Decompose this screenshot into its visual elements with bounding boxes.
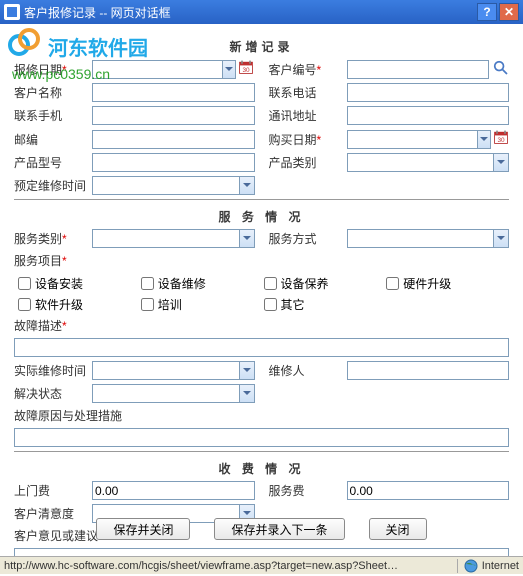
svg-text:30: 30 xyxy=(497,137,505,144)
label-service-mode: 服务方式 xyxy=(269,230,347,247)
search-icon[interactable] xyxy=(493,60,509,78)
label-report-date: 报修日期* xyxy=(14,61,92,78)
address-input[interactable] xyxy=(347,106,510,125)
fault-desc-input[interactable] xyxy=(14,338,509,357)
save-next-button[interactable]: 保存并录入下一条 xyxy=(214,518,344,540)
chevron-down-icon[interactable] xyxy=(478,130,491,149)
check-install[interactable]: 设备安装 xyxy=(18,275,141,292)
postcode-input[interactable] xyxy=(92,130,255,149)
label-service-type: 服务类别* xyxy=(14,230,92,247)
actual-time-input[interactable] xyxy=(92,361,240,380)
product-type-input[interactable] xyxy=(347,153,495,172)
chevron-down-icon[interactable] xyxy=(494,153,509,172)
label-visit-fee: 上门费 xyxy=(14,482,92,499)
label-product-model: 产品型号 xyxy=(14,154,92,171)
service-fee-input[interactable] xyxy=(347,481,510,500)
mobile-input[interactable] xyxy=(92,106,255,125)
label-phone: 联系电话 xyxy=(269,84,347,101)
check-maintain[interactable]: 设备保养 xyxy=(264,275,387,292)
service-type-input[interactable] xyxy=(92,229,240,248)
label-product-type: 产品类别 xyxy=(269,154,347,171)
check-sw-upgrade[interactable]: 软件升级 xyxy=(18,296,141,313)
check-hw-upgrade[interactable]: 硬件升级 xyxy=(386,275,509,292)
chevron-down-icon[interactable] xyxy=(240,384,255,403)
title-bar: 客户报修记录 -- 网页对话框 ? ✕ xyxy=(0,0,523,24)
window-title: 客户报修记录 -- 网页对话框 xyxy=(24,4,475,21)
label-fault-desc: 故障描述* xyxy=(14,317,124,334)
close-window-button[interactable]: ✕ xyxy=(499,3,519,21)
calendar-icon[interactable]: 30 xyxy=(493,129,509,149)
customer-name-input[interactable] xyxy=(92,83,255,102)
chevron-down-icon[interactable] xyxy=(494,229,509,248)
chevron-down-icon[interactable] xyxy=(240,176,255,195)
label-service-item: 服务项目* xyxy=(14,252,92,269)
section-add-title: 新增记录 xyxy=(14,34,509,59)
chevron-down-icon[interactable] xyxy=(240,361,255,380)
label-buy-date: 购买日期* xyxy=(269,131,347,148)
globe-icon xyxy=(464,559,478,573)
chevron-down-icon[interactable] xyxy=(240,229,255,248)
check-training[interactable]: 培训 xyxy=(141,296,264,313)
service-items-group: 设备安装 设备维修 设备保养 硬件升级 软件升级 培训 其它 xyxy=(14,273,509,315)
label-customer-id: 客户编号* xyxy=(269,61,347,78)
section-fee-title: 收 费 情 况 xyxy=(14,456,509,481)
check-other[interactable]: 其它 xyxy=(264,296,387,313)
calendar-icon[interactable]: 30 xyxy=(238,59,254,79)
product-model-input[interactable] xyxy=(92,153,255,172)
report-date-input[interactable] xyxy=(92,60,223,79)
svg-text:30: 30 xyxy=(243,67,251,74)
label-customer-name: 客户名称 xyxy=(14,84,92,101)
label-repairer: 维修人 xyxy=(269,362,347,379)
security-zone: Internet xyxy=(457,559,519,573)
label-mobile: 联系手机 xyxy=(14,107,92,124)
section-service-title: 服 务 情 况 xyxy=(14,204,509,229)
label-address: 通讯地址 xyxy=(269,107,347,124)
check-repair[interactable]: 设备维修 xyxy=(141,275,264,292)
service-mode-input[interactable] xyxy=(347,229,495,248)
label-service-fee: 服务费 xyxy=(269,482,347,499)
buy-date-input[interactable] xyxy=(347,130,478,149)
label-actual-time: 实际维修时间 xyxy=(14,362,92,379)
label-solve-status: 解决状态 xyxy=(14,385,92,402)
status-bar: http://www.hc-software.com/hcgis/sheet/v… xyxy=(0,556,523,574)
status-url: http://www.hc-software.com/hcgis/sheet/v… xyxy=(4,560,457,572)
label-fault-reason: 故障原因与处理措施 xyxy=(14,407,124,424)
chevron-down-icon[interactable] xyxy=(223,60,236,79)
app-icon xyxy=(4,4,20,20)
help-button[interactable]: ? xyxy=(477,3,497,21)
label-schedule-time: 预定维修时间 xyxy=(14,177,92,194)
repairer-input[interactable] xyxy=(347,361,510,380)
fault-reason-input[interactable] xyxy=(14,428,509,447)
phone-input[interactable] xyxy=(347,83,510,102)
label-postcode: 邮编 xyxy=(14,131,92,148)
save-close-button[interactable]: 保存并关闭 xyxy=(96,518,190,540)
customer-id-input[interactable] xyxy=(347,60,490,79)
solve-status-input[interactable] xyxy=(92,384,240,403)
schedule-time-input[interactable] xyxy=(92,176,240,195)
visit-fee-input[interactable] xyxy=(92,481,255,500)
close-button[interactable]: 关闭 xyxy=(369,518,427,540)
